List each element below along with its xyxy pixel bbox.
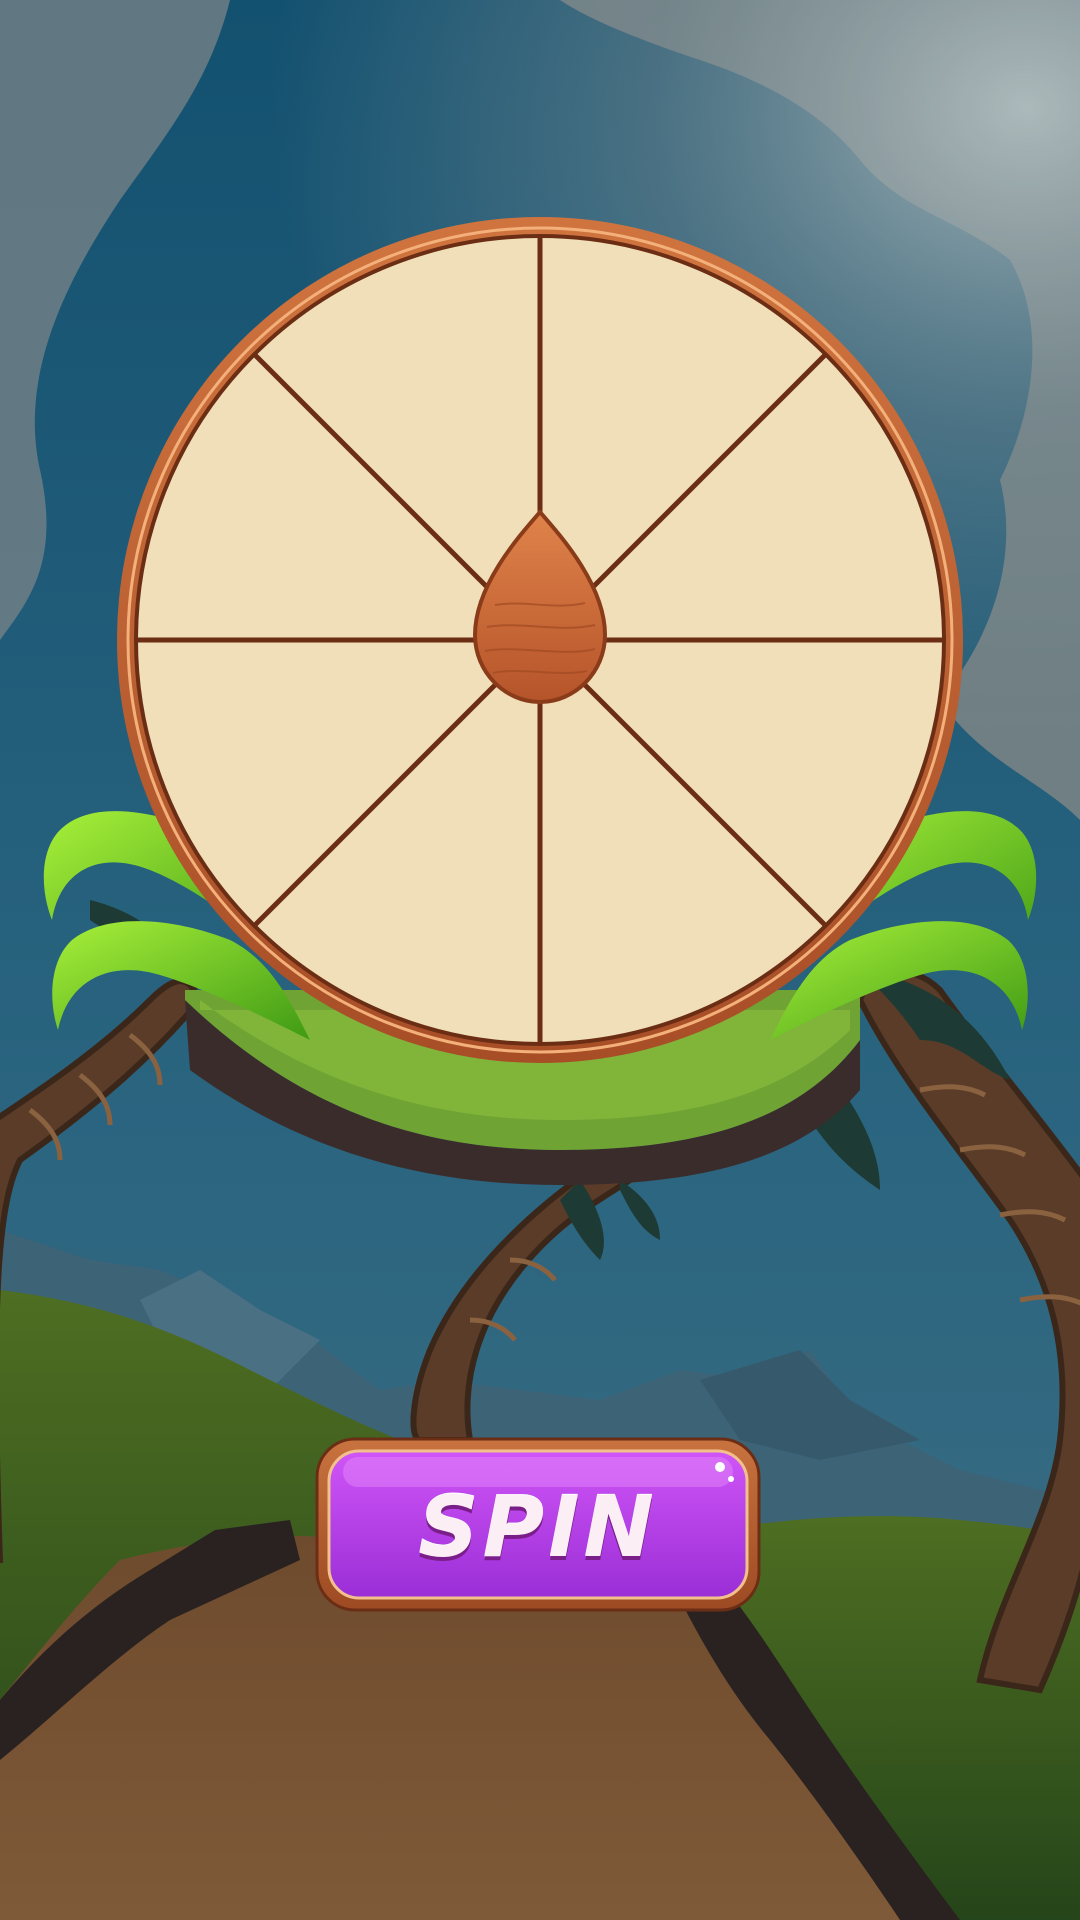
spin-button[interactable]: SPIN xyxy=(315,1437,761,1612)
prize-wheel[interactable] xyxy=(115,215,965,1065)
spin-button-label: SPIN xyxy=(418,1477,658,1576)
